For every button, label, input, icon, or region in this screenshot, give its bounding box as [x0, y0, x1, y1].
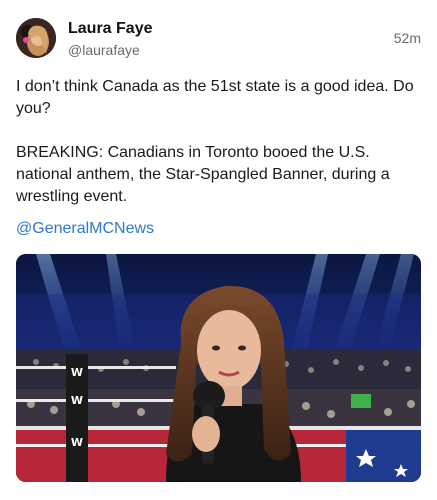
- post-paragraph: BREAKING: Canadians in Toronto booed the…: [16, 144, 390, 205]
- svg-text:W: W: [71, 394, 83, 407]
- author-block: Laura Faye @laurafaye: [68, 19, 152, 60]
- post-body: I don’t think Canada as the 51st state i…: [16, 76, 416, 230]
- post-timestamp[interactable]: 52m: [394, 30, 421, 46]
- arena-photo-icon: W W W: [16, 254, 421, 482]
- post-header: Laura Faye @laurafaye 52m: [16, 18, 421, 62]
- profile-photo-icon: [16, 18, 56, 58]
- post-paragraph: I don’t think Canada as the 51st state i…: [16, 78, 414, 117]
- mention-link[interactable]: @GeneralMCNews: [16, 218, 154, 240]
- post-media-photo[interactable]: W W W: [16, 254, 421, 482]
- avatar[interactable]: [16, 18, 56, 58]
- svg-text:W: W: [71, 436, 83, 449]
- svg-text:W: W: [71, 366, 83, 379]
- post-card[interactable]: Laura Faye @laurafaye 52m I don’t think …: [0, 0, 437, 500]
- author-display-name[interactable]: Laura Faye: [68, 19, 152, 39]
- author-handle[interactable]: @laurafaye: [68, 40, 152, 60]
